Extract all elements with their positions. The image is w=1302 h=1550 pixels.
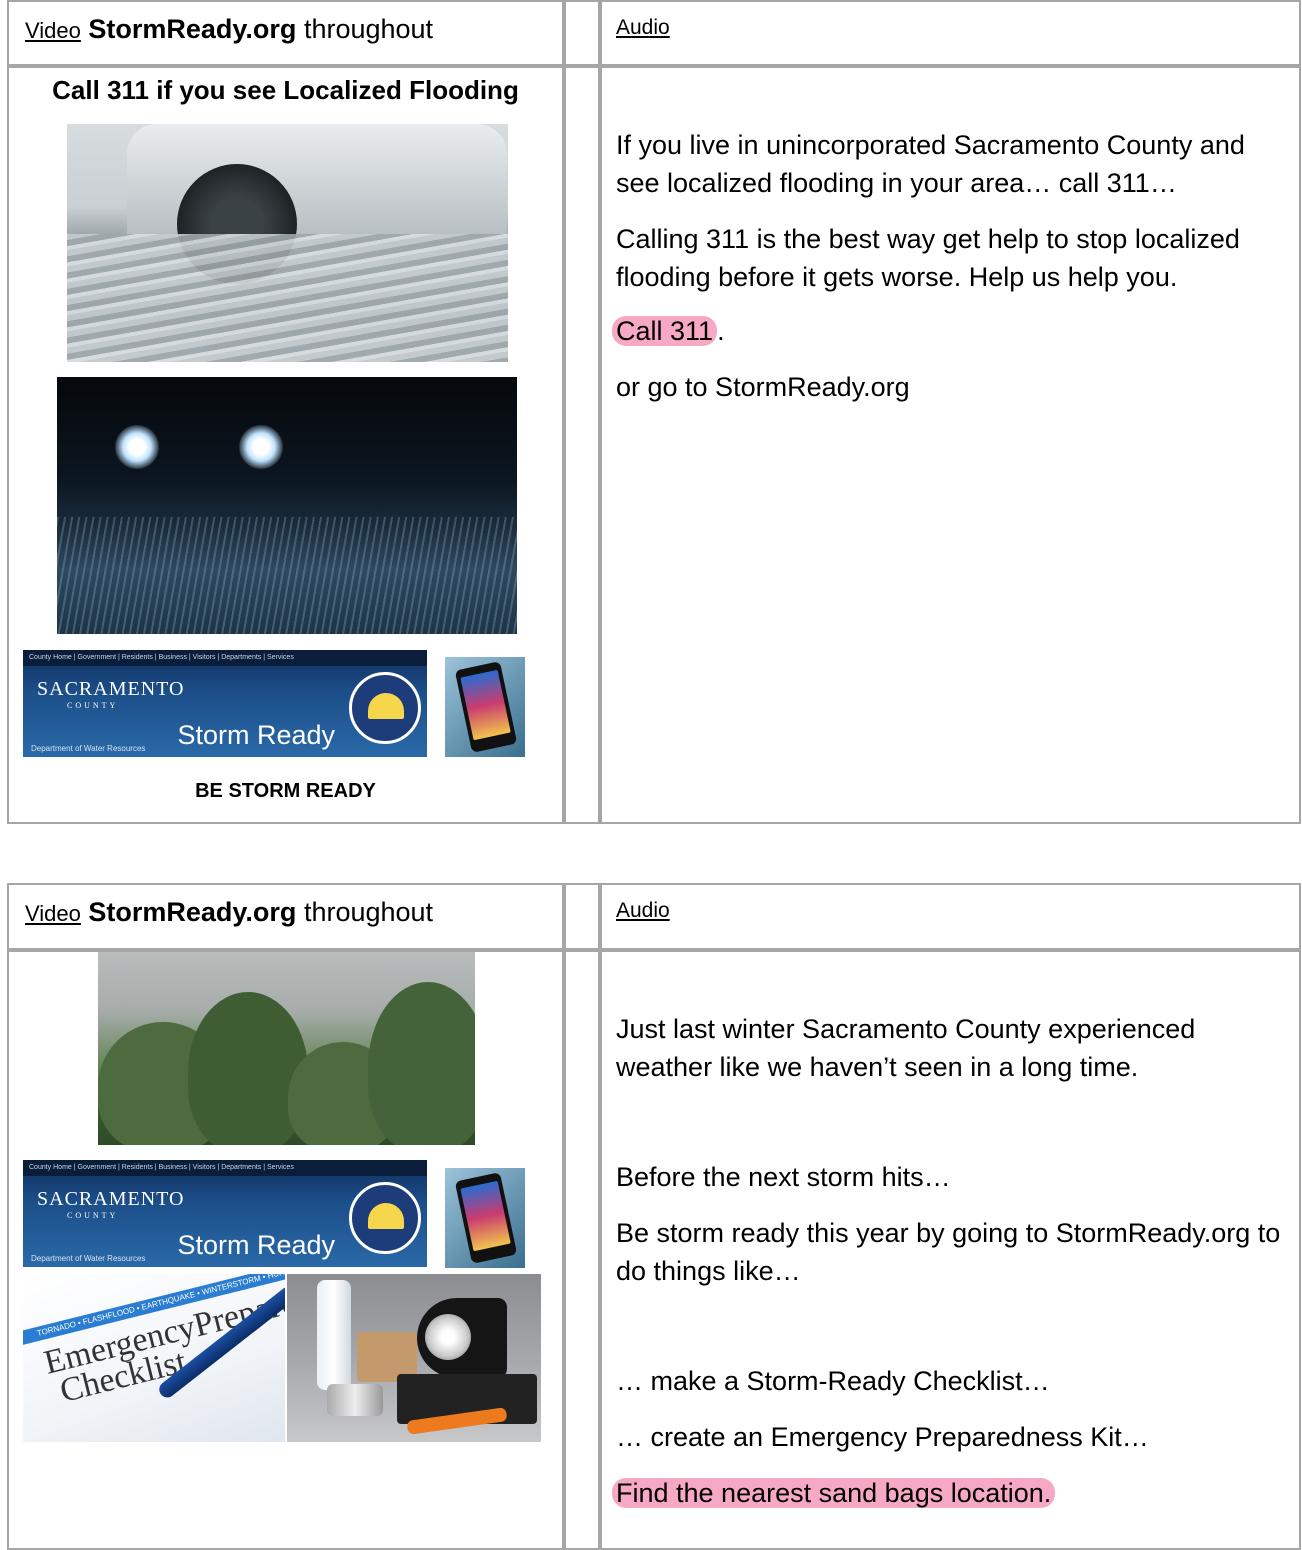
emergency-kit-image xyxy=(287,1274,541,1442)
divider-column-body xyxy=(564,66,600,824)
audio-header-cell: Audio xyxy=(600,883,1301,950)
sand-bags-highlight: Find the nearest sand bags location. xyxy=(612,1478,1056,1508)
banner-title: Storm Ready xyxy=(177,720,335,750)
script-table-1: Video StormReady.org throughout Audio Ca… xyxy=(7,0,1301,826)
storm-trees-image xyxy=(98,952,475,1145)
video-header-site: StormReady.org xyxy=(88,897,297,927)
audio-highlight-line: Find the nearest sand bags location. xyxy=(612,1474,1285,1512)
video-header-cell: Video StormReady.org throughout xyxy=(7,0,564,66)
smartphone-image xyxy=(445,657,525,757)
script-table-2: Video StormReady.org throughout Audio Co… xyxy=(7,883,1301,1550)
banner-logo: SACRAMENTO COUNTY xyxy=(37,1188,185,1220)
audio-content-cell: Just last winter Sacramento County exper… xyxy=(600,950,1301,1550)
banner-logo: SACRAMENTO COUNTY xyxy=(37,678,185,710)
audio-line: If you live in unincorporated Sacramento… xyxy=(616,130,1245,198)
audio-line: Be storm ready this year by going to Sto… xyxy=(616,1218,1281,1286)
audio-line: … make a Storm-Ready Checklist… xyxy=(616,1366,1050,1396)
stormready-seal-icon xyxy=(349,1182,421,1254)
audio-line: Calling 311 is the best way get help to … xyxy=(616,224,1240,292)
stormready-seal-icon xyxy=(349,672,421,744)
flooded-car-image xyxy=(67,124,508,362)
banner-title: Storm Ready xyxy=(177,1230,335,1260)
audio-header-label: Audio xyxy=(616,16,670,39)
divider-column-header xyxy=(564,883,600,950)
storm-ready-banner: County Home | Government | Residents | B… xyxy=(23,1160,427,1267)
audio-line: or go to StormReady.org xyxy=(616,372,910,402)
video-header-site: StormReady.org xyxy=(88,14,297,44)
divider-column-body xyxy=(564,950,600,1550)
night-rain-image xyxy=(57,377,517,634)
audio-header-label: Audio xyxy=(616,899,670,922)
emergency-checklist-image: TORNADO • FLASHFLOOD • EARTHQUAKE • WINT… xyxy=(23,1274,285,1442)
video-header-suffix: throughout xyxy=(296,14,434,44)
smartphone-image xyxy=(445,1168,525,1268)
call-311-highlight: Call 311 xyxy=(612,316,718,346)
flooding-caption: Call 311 if you see Localized Flooding xyxy=(52,75,519,105)
video-header-label: Video xyxy=(25,901,81,926)
banner-nav: County Home | Government | Residents | B… xyxy=(23,1160,427,1176)
audio-line: Before the next storm hits… xyxy=(616,1162,951,1192)
video-header-label: Video xyxy=(25,18,81,43)
banner-dept: Department of Water Resources xyxy=(31,744,146,753)
audio-highlight-line: Call 311. xyxy=(612,312,1285,350)
video-header-cell: Video StormReady.org throughout xyxy=(7,883,564,950)
audio-line: … create an Emergency Preparedness Kit… xyxy=(616,1422,1149,1452)
audio-header-cell: Audio xyxy=(600,0,1301,66)
audio-content-cell: If you live in unincorporated Sacramento… xyxy=(600,66,1301,824)
banner-dept: Department of Water Resources xyxy=(31,1254,146,1263)
video-content-cell: County Home | Government | Residents | B… xyxy=(7,950,564,1550)
be-storm-ready-caption: BE STORM READY xyxy=(195,780,376,802)
divider-column-header xyxy=(564,0,600,66)
banner-nav: County Home | Government | Residents | B… xyxy=(23,650,427,666)
storm-ready-banner: County Home | Government | Residents | B… xyxy=(23,650,427,757)
video-header-suffix: throughout xyxy=(296,897,434,927)
audio-line: Just last winter Sacramento County exper… xyxy=(616,1014,1196,1082)
video-content-cell: Call 311 if you see Localized Flooding C… xyxy=(7,66,564,824)
